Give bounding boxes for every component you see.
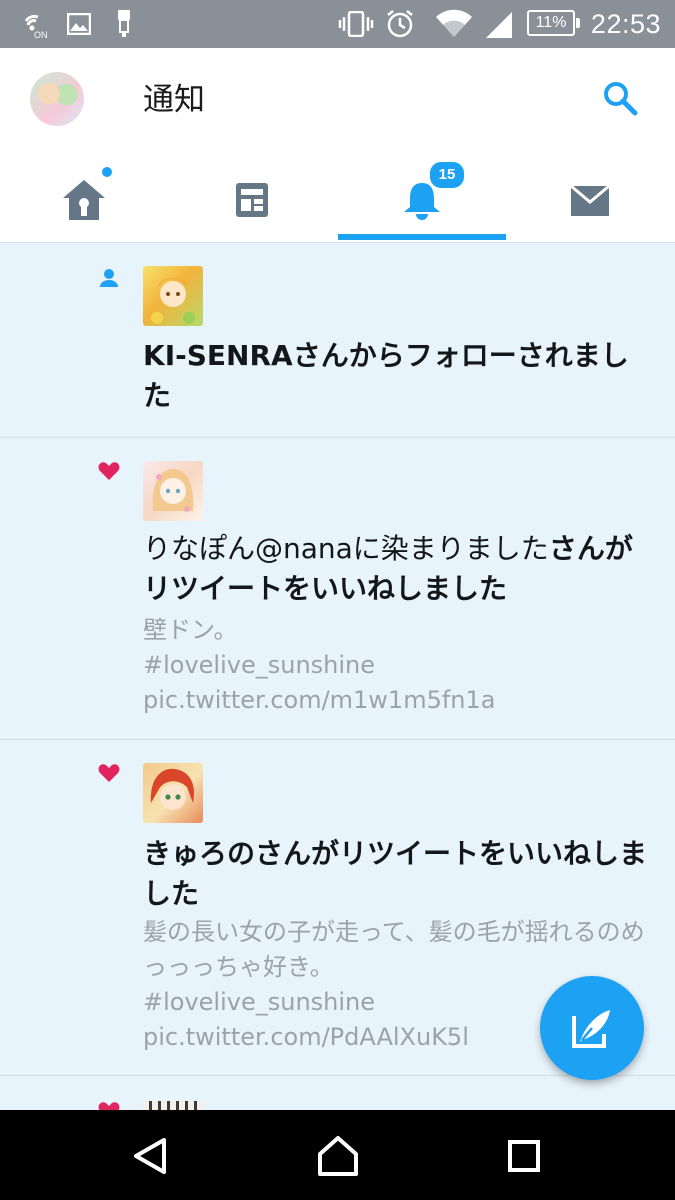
recents-button[interactable] <box>500 1132 548 1180</box>
home-new-dot <box>102 167 112 177</box>
tweet-text[interactable]: 壁ドン。 #lovelive_sunshine pic.twitter.com/… <box>143 613 648 718</box>
avatar[interactable] <box>143 266 203 326</box>
battery-icon: 11% <box>527 10 580 36</box>
notification-item[interactable]: りなぽん@nanaに染まりましたさんがリツイートをいいねしました 壁ドン。 #l… <box>0 438 675 740</box>
tab-home[interactable] <box>0 158 168 242</box>
search-button[interactable] <box>600 78 640 118</box>
tab-notifications[interactable] <box>338 158 506 242</box>
heart-icon <box>98 460 120 482</box>
avatar[interactable] <box>143 461 203 521</box>
avatar[interactable] <box>143 1101 203 1110</box>
user-name[interactable]: KI-SENRA <box>143 339 293 372</box>
nfc-on-icon: ON <box>20 10 50 39</box>
profile-avatar[interactable] <box>30 72 84 126</box>
image-icon <box>66 10 92 38</box>
notification-item[interactable]: KI-SENRAさんからフォローされました <box>0 243 675 438</box>
page-title: 通知 <box>143 82 205 118</box>
envelope-icon <box>570 184 610 216</box>
compose-icon <box>572 1010 610 1048</box>
back-icon <box>134 1138 166 1174</box>
usb-icon <box>114 10 134 38</box>
home-nav-icon <box>318 1136 358 1176</box>
recents-icon <box>508 1140 540 1172</box>
notification-text: KI-SENRAさんからフォローされました <box>143 336 648 416</box>
home-icon <box>63 180 105 220</box>
notification-item[interactable] <box>0 1076 675 1110</box>
svg-text:ON: ON <box>34 30 48 39</box>
avatar[interactable] <box>143 763 203 823</box>
signal-icon <box>484 10 514 38</box>
heart-icon <box>98 762 120 784</box>
clock: 22:53 <box>590 9 661 39</box>
vibrate-icon <box>338 10 374 38</box>
status-bar: ON 11% 22:53 <box>0 0 675 48</box>
heart-icon <box>98 1100 120 1110</box>
search-icon <box>604 82 638 116</box>
user-name[interactable]: りなぽん@nanaに染まりました <box>143 532 549 565</box>
wifi-icon <box>434 9 474 38</box>
moments-icon <box>236 183 268 217</box>
notification-text: きゅろのさんがリツイートをいいねしました <box>143 834 648 914</box>
notification-text: りなぽん@nanaに染まりましたさんがリツイートをいいねしました <box>143 529 648 609</box>
person-icon <box>98 267 120 289</box>
active-tab-indicator <box>338 234 506 240</box>
compose-tweet-button[interactable] <box>540 976 644 1080</box>
app-header: 通知 15 <box>0 48 675 243</box>
tab-moments[interactable] <box>168 158 336 242</box>
notification-count-badge: 15 <box>428 160 466 190</box>
alarm-icon <box>384 10 416 38</box>
user-name[interactable]: きゅろの <box>143 837 255 870</box>
tab-messages[interactable] <box>506 158 674 242</box>
back-button[interactable] <box>126 1132 174 1180</box>
home-button[interactable] <box>314 1132 362 1180</box>
system-nav-bar <box>0 1110 675 1200</box>
